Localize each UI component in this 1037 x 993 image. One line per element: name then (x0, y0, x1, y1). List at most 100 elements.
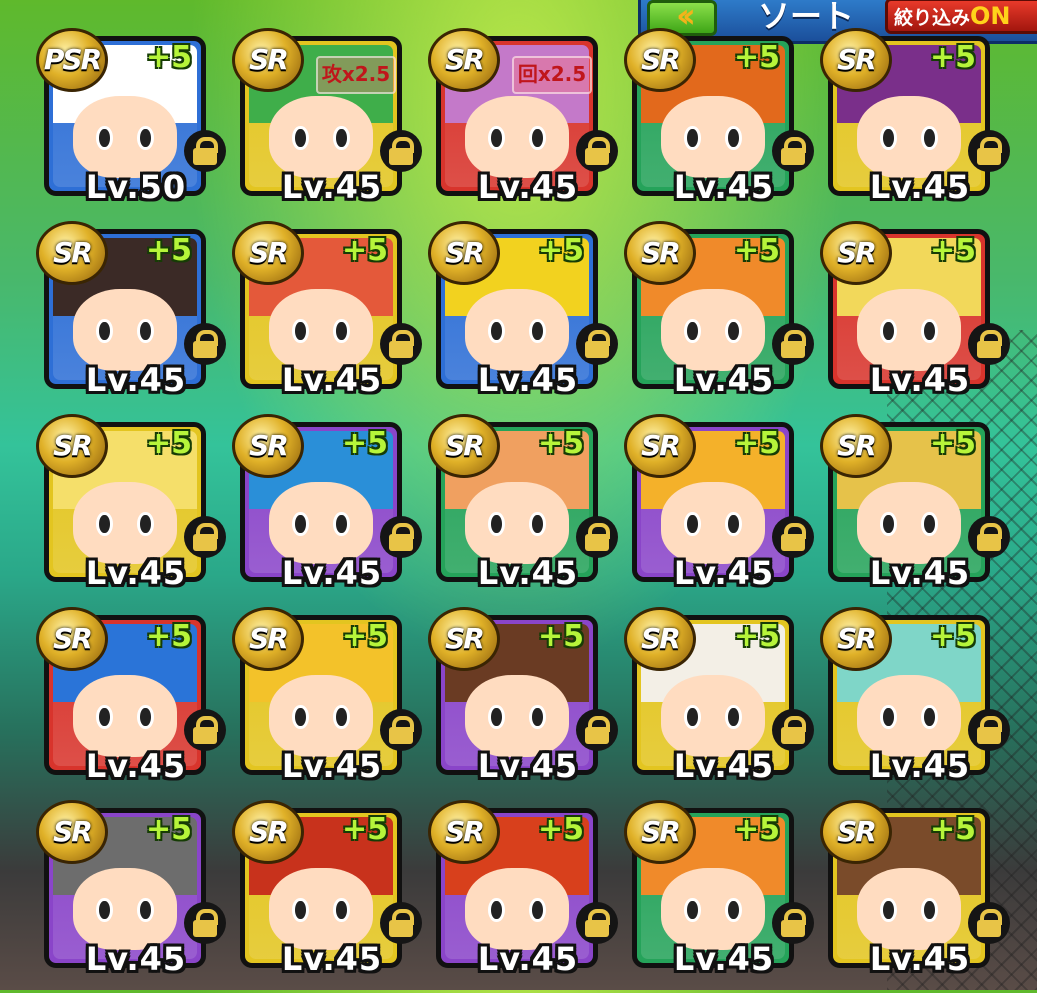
eye-right (137, 511, 155, 537)
character-card[interactable]: SR 回x2.5 Lv.45 (428, 28, 626, 221)
eye-left (683, 511, 701, 537)
character-face (73, 868, 177, 951)
rarity-badge: SR (232, 221, 304, 285)
character-face (73, 96, 177, 179)
lock-icon (772, 902, 814, 944)
character-card[interactable]: SR +5 Lv.45 (624, 607, 822, 800)
lock-icon (576, 130, 618, 172)
character-face (857, 96, 961, 179)
character-card[interactable]: SR +5 Lv.45 (820, 607, 1018, 800)
character-card[interactable]: PSR +5 Lv.50 (36, 28, 234, 221)
eye-left (879, 897, 897, 923)
eye-right (333, 318, 351, 344)
character-card[interactable]: SR +5 Lv.45 (232, 414, 430, 607)
character-card[interactable]: SR +5 Lv.45 (36, 800, 234, 993)
lock-icon (184, 130, 226, 172)
card-level: Lv.45 (673, 168, 775, 206)
rarity-badge: SR (36, 414, 108, 478)
eye-right (529, 704, 547, 730)
lock-icon (380, 323, 422, 365)
eye-right (529, 125, 547, 151)
rarity-badge: SR (820, 414, 892, 478)
bonus-plus-label: +5 (538, 812, 585, 847)
character-face (465, 868, 569, 951)
rarity-badge: SR (624, 28, 696, 92)
filter-state: ON (970, 2, 1011, 30)
eye-left (291, 125, 309, 151)
character-card[interactable]: SR +5 Lv.45 (428, 800, 626, 993)
bonus-plus-label: +5 (342, 233, 389, 268)
eye-left (95, 318, 113, 344)
rarity-badge: SR (36, 607, 108, 671)
character-card[interactable]: SR +5 Lv.45 (624, 800, 822, 993)
character-card[interactable]: SR +5 Lv.45 (820, 28, 1018, 221)
eye-left (487, 897, 505, 923)
eye-right (921, 511, 939, 537)
rarity-badge: SR (820, 800, 892, 864)
card-level: Lv.45 (477, 747, 579, 785)
character-card[interactable]: SR +5 Lv.45 (820, 414, 1018, 607)
character-card[interactable]: SR +5 Lv.45 (36, 414, 234, 607)
character-card[interactable]: SR +5 Lv.45 (232, 800, 430, 993)
card-level: Lv.45 (477, 168, 579, 206)
lock-icon (772, 516, 814, 558)
character-card[interactable]: SR +5 Lv.45 (624, 28, 822, 221)
character-card[interactable]: SR +5 Lv.45 (232, 607, 430, 800)
bonus-plus-label: +5 (734, 426, 781, 461)
bonus-plus-label: +5 (930, 619, 977, 654)
lock-icon (772, 130, 814, 172)
bonus-plus-label: +5 (930, 812, 977, 847)
character-card[interactable]: SR +5 Lv.45 (624, 221, 822, 414)
eye-right (529, 318, 547, 344)
rarity-badge: SR (232, 28, 304, 92)
rarity-badge: SR (428, 607, 500, 671)
character-card[interactable]: SR +5 Lv.45 (428, 414, 626, 607)
eye-right (921, 318, 939, 344)
card-level: Lv.45 (673, 554, 775, 592)
character-card[interactable]: SR +5 Lv.45 (624, 414, 822, 607)
bonus-plus-label: +5 (342, 619, 389, 654)
card-level: Lv.45 (869, 747, 971, 785)
eye-left (879, 704, 897, 730)
card-level: Lv.45 (281, 554, 383, 592)
bonus-plus-label: +5 (146, 426, 193, 461)
eye-right (725, 318, 743, 344)
character-card[interactable]: SR +5 Lv.45 (36, 221, 234, 414)
card-level: Lv.45 (281, 361, 383, 399)
character-card[interactable]: SR 攻x2.5 Lv.45 (232, 28, 430, 221)
character-face (465, 96, 569, 179)
bonus-plus-label: +5 (538, 426, 585, 461)
bonus-plus-label: +5 (538, 233, 585, 268)
eye-right (921, 125, 939, 151)
rarity-badge: SR (232, 414, 304, 478)
character-card[interactable]: SR +5 Lv.45 (428, 607, 626, 800)
card-level: Lv.45 (477, 940, 579, 978)
character-face (269, 482, 373, 565)
character-card[interactable]: SR +5 Lv.45 (428, 221, 626, 414)
character-card[interactable]: SR +5 Lv.45 (36, 607, 234, 800)
card-level: Lv.45 (85, 940, 187, 978)
eye-right (333, 511, 351, 537)
card-level: Lv.45 (869, 554, 971, 592)
eye-right (333, 897, 351, 923)
character-card[interactable]: SR +5 Lv.45 (820, 221, 1018, 414)
character-face (857, 289, 961, 372)
eye-left (487, 704, 505, 730)
card-level: Lv.45 (85, 554, 187, 592)
character-card[interactable]: SR +5 Lv.45 (232, 221, 430, 414)
eye-left (879, 318, 897, 344)
eye-right (137, 704, 155, 730)
character-card[interactable]: SR +5 Lv.45 (820, 800, 1018, 993)
character-face (73, 482, 177, 565)
bonus-plus-label: +5 (734, 619, 781, 654)
rarity-badge: SR (428, 414, 500, 478)
eye-left (95, 125, 113, 151)
bonus-plus-label: +5 (146, 233, 193, 268)
rarity-badge: SR (428, 800, 500, 864)
lock-icon (968, 709, 1010, 751)
lock-icon (772, 709, 814, 751)
bonus-plus-label: +5 (342, 426, 389, 461)
lock-icon (968, 130, 1010, 172)
card-level: Lv.45 (869, 168, 971, 206)
eye-left (683, 704, 701, 730)
